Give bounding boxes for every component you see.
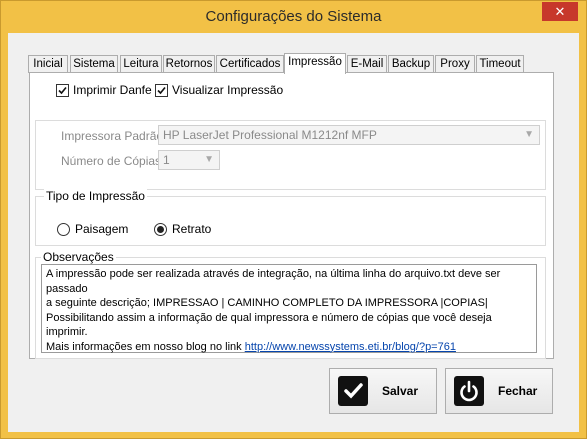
tab-backup[interactable]: Backup bbox=[388, 55, 434, 73]
close-icon: ✕ bbox=[554, 4, 566, 19]
checkmark-icon bbox=[58, 86, 67, 94]
window: Configurações do Sistema ✕ Inicial Siste… bbox=[0, 0, 587, 439]
tipo-impressao-group bbox=[35, 196, 546, 246]
retrato-radio[interactable]: Retrato bbox=[154, 222, 211, 236]
checkmark-icon bbox=[338, 376, 368, 406]
checkmark-icon bbox=[157, 86, 166, 94]
imprimir-danfe-checkbox[interactable]: Imprimir Danfe bbox=[56, 83, 152, 97]
tab-inicial[interactable]: Inicial bbox=[28, 55, 68, 73]
observacoes-text[interactable]: A impressão pode ser realizada através d… bbox=[41, 264, 537, 353]
client-area: Inicial Sistema Leitura Retornos Certifi… bbox=[8, 33, 579, 432]
paisagem-label: Paisagem bbox=[75, 222, 129, 236]
tab-impressao[interactable]: Impressão bbox=[284, 53, 346, 74]
imprimir-danfe-label: Imprimir Danfe bbox=[73, 83, 152, 97]
paisagem-radio[interactable]: Paisagem bbox=[57, 222, 128, 236]
obs-line-3: Possibilitando assim a informação de qua… bbox=[46, 311, 492, 339]
obs-line-4: Mais informações em nosso blog no link h… bbox=[46, 340, 532, 355]
save-button-label: Salvar bbox=[382, 384, 419, 398]
tab-certificados[interactable]: Certificados bbox=[216, 55, 284, 73]
tab-email[interactable]: E-Mail bbox=[347, 55, 387, 73]
obs-line-4-prefix: Mais informações em nosso blog no link bbox=[46, 340, 245, 353]
retrato-label: Retrato bbox=[172, 222, 212, 236]
printer-label: Impressora Padrão bbox=[61, 129, 164, 143]
chevron-down-icon: ▼ bbox=[524, 129, 534, 140]
window-close-button[interactable]: ✕ bbox=[542, 2, 578, 21]
copies-select[interactable]: 1 ▼ bbox=[158, 150, 220, 170]
printer-value: HP LaserJet Professional M1212nf MFP bbox=[163, 128, 377, 142]
close-button-label: Fechar bbox=[498, 384, 538, 398]
tab-proxy[interactable]: Proxy bbox=[435, 55, 475, 73]
window-title: Configurações do Sistema bbox=[205, 8, 382, 25]
save-button[interactable]: Salvar bbox=[329, 368, 437, 414]
printer-select[interactable]: HP LaserJet Professional M1212nf MFP ▼ bbox=[158, 125, 540, 145]
tab-retornos[interactable]: Retornos bbox=[163, 55, 215, 73]
tab-timeout[interactable]: Timeout bbox=[476, 55, 524, 73]
observacoes-title: Observações bbox=[41, 250, 116, 264]
tipo-impressao-title: Tipo de Impressão bbox=[44, 189, 147, 203]
checkbox-box[interactable] bbox=[155, 83, 168, 97]
tab-sistema[interactable]: Sistema bbox=[70, 55, 118, 73]
close-button[interactable]: Fechar bbox=[445, 368, 553, 414]
copies-value: 1 bbox=[163, 153, 170, 167]
blog-link[interactable]: http://www.newssystems.eti.br/blog/?p=76… bbox=[245, 341, 456, 353]
title-bar[interactable]: Configurações do Sistema ✕ bbox=[1, 1, 586, 33]
copies-label: Número de Cópias bbox=[61, 154, 162, 168]
obs-line-1: A impressão pode ser realizada através d… bbox=[46, 268, 501, 295]
checkbox-box[interactable] bbox=[56, 83, 69, 97]
visualizar-impressao-label: Visualizar Impressão bbox=[172, 83, 284, 97]
radio-circle-selected[interactable] bbox=[154, 222, 167, 236]
visualizar-impressao-checkbox[interactable]: Visualizar Impressão bbox=[155, 83, 283, 97]
radio-circle[interactable] bbox=[57, 222, 70, 236]
obs-line-2: a seguinte descrição; IMPRESSAO | CAMINH… bbox=[46, 297, 488, 309]
chevron-down-icon: ▼ bbox=[204, 154, 214, 165]
power-icon bbox=[454, 376, 484, 406]
tab-leitura[interactable]: Leitura bbox=[120, 55, 162, 73]
